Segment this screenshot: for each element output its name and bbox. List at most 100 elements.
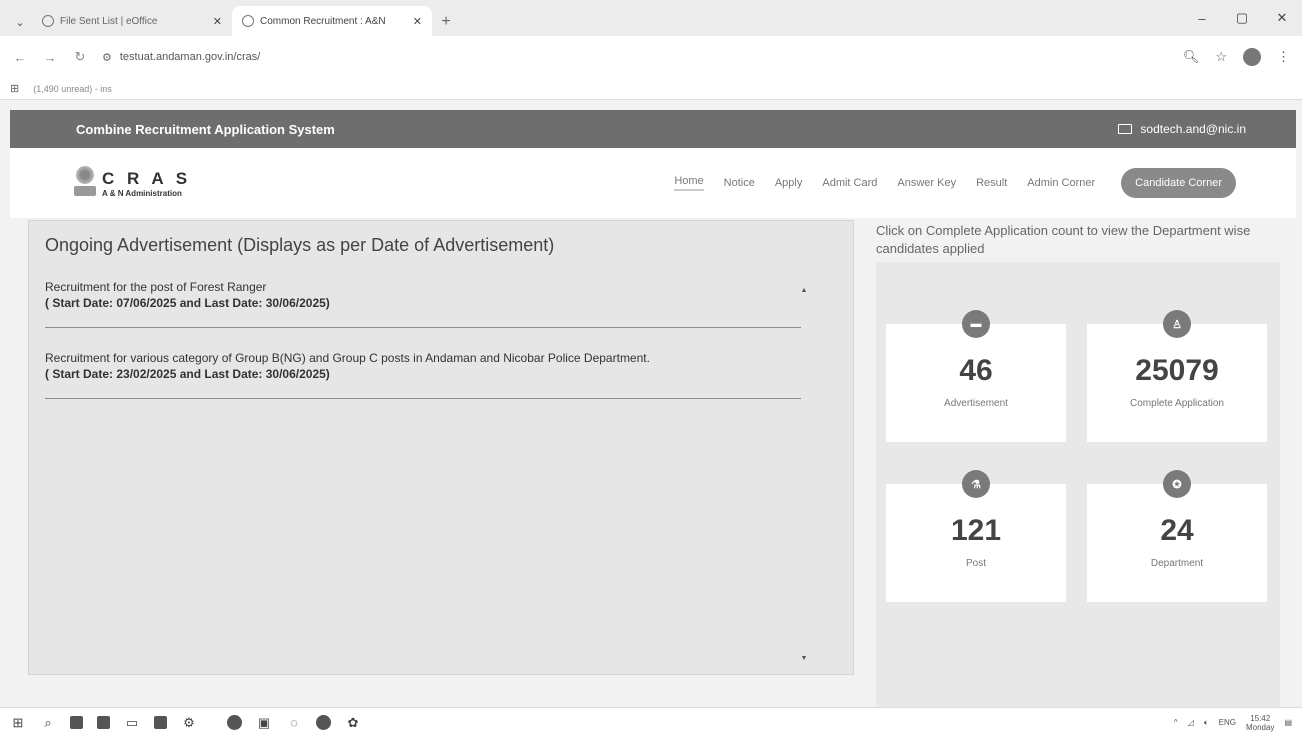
tray-expand-icon[interactable]: ^ <box>1174 718 1178 727</box>
app-icon[interactable]: ✿ <box>345 715 361 731</box>
flask-icon: ⚗ <box>962 470 990 498</box>
tab-title: File Sent List | eOffice <box>60 15 158 27</box>
advertisement-count: 46 <box>959 354 993 387</box>
candidate-corner-button[interactable]: Candidate Corner <box>1121 168 1236 198</box>
tab-search-icon[interactable]: ⌄ <box>8 8 32 36</box>
bookmark-star-icon[interactable]: ☆ <box>1215 49 1227 65</box>
widgets-icon[interactable] <box>97 716 110 729</box>
forward-arrow-icon[interactable]: → <box>42 50 58 65</box>
national-emblem-icon <box>74 166 96 200</box>
complete-application-card[interactable]: ♙ 25079 Complete Application <box>1087 310 1267 442</box>
scroll-up-arrow-icon[interactable]: ▲ <box>799 287 809 294</box>
logo-subtitle: A & N Administration <box>102 188 182 198</box>
chrome-app-icon[interactable] <box>227 715 242 730</box>
logo-title: C R A S <box>102 168 192 188</box>
minimize-button[interactable]: – <box>1182 0 1222 36</box>
taskbar-search-icon[interactable]: ⌕ <box>40 715 56 731</box>
email-text: sodtech.and@nic.in <box>1140 122 1246 136</box>
complete-application-count[interactable]: 25079 <box>1135 354 1218 388</box>
new-tab-button[interactable]: + <box>432 8 460 36</box>
site-navigation: C R A S A & N Administration Home Notice… <box>10 148 1296 218</box>
post-label: Post <box>965 558 986 569</box>
department-label: Department <box>1150 558 1204 569</box>
profile-avatar-icon[interactable] <box>1243 48 1261 66</box>
cras-logo[interactable]: C R A S A & N Administration <box>74 166 191 200</box>
language-indicator[interactable]: ENG <box>1219 718 1236 727</box>
back-arrow-icon[interactable]: ← <box>12 50 28 65</box>
mail-icon <box>1118 124 1133 134</box>
post-count: 121 <box>950 514 1002 547</box>
url-text: testuat.andaman.gov.in/cras/ <box>119 51 261 63</box>
system-name: Combine Recruitment Application System <box>76 121 335 137</box>
advertisement-title[interactable]: Recruitment for various category of Grou… <box>45 350 801 366</box>
department-count: 24 <box>1160 514 1194 547</box>
site-top-strip: Combine Recruitment Application System s… <box>10 110 1296 148</box>
volume-icon[interactable]: 🔈︎ <box>1204 718 1209 728</box>
start-menu-icon[interactable]: ⊞ <box>10 715 26 731</box>
stats-panel: ▬ 46 Advertisement ♙ 25079 Complete Appl… <box>876 262 1280 710</box>
briefcase-icon: ▬ <box>962 310 990 338</box>
user-icon: ♙ <box>1163 310 1191 338</box>
zoom-icon[interactable]: 🔍︎ <box>1183 49 1200 65</box>
stats-intro-text: Click on Complete Application count to v… <box>876 223 1251 256</box>
photos-app-icon[interactable]: ▣ <box>256 715 272 731</box>
advertisement-title[interactable]: Recruitment for the post of Forest Range… <box>45 279 801 295</box>
browser-tab-eoffice[interactable]: File Sent List | eOffice ✕ <box>32 6 232 36</box>
close-window-button[interactable]: ✕ <box>1262 0 1302 36</box>
notification-icon[interactable]: ▤ <box>1284 718 1292 727</box>
award-icon: ✪ <box>1163 470 1191 498</box>
eoffice-favicon-icon <box>42 15 54 27</box>
nav-result[interactable]: Result <box>976 177 1007 189</box>
advertisement-label: Advertisement <box>944 398 1008 409</box>
bookmarks-bar: ⊞ (1,490 unread) - ins <box>0 78 1302 100</box>
advertisement-dates: ( Start Date: 07/06/2025 and Last Date: … <box>45 296 330 310</box>
advertisement-item[interactable]: Recruitment for various category of Grou… <box>45 350 801 399</box>
system-tray: ^ ◿ 🔈︎ ENG 15:42 Monday ▤ <box>1174 714 1292 732</box>
contact-email[interactable]: sodtech.and@nic.in <box>1118 122 1246 136</box>
browser-menu-icon[interactable]: ⋮ <box>1277 49 1290 65</box>
task-view-icon[interactable] <box>70 716 83 729</box>
app-icon[interactable] <box>316 715 331 730</box>
advertisement-scrollbar[interactable]: ▲ ▼ <box>799 287 809 662</box>
clock-time: 15:42 <box>1250 713 1271 723</box>
complete-application-label: Complete Application <box>1130 398 1224 409</box>
browser-tab-bar: ⌄ File Sent List | eOffice ✕ Common Recr… <box>0 0 1302 36</box>
tab-title: Common Recruitment : A&N <box>260 15 386 27</box>
browser-tab-cras[interactable]: Common Recruitment : A&N ✕ <box>232 6 432 36</box>
bookmark-item[interactable]: (1,490 unread) - ins <box>33 84 112 94</box>
close-tab-icon[interactable]: ✕ <box>413 15 422 28</box>
address-bar: ← → ↻ ⚙ testuat.andaman.gov.in/cras/ 🔍︎ … <box>0 36 1302 78</box>
maximize-button[interactable]: ▢ <box>1222 0 1262 36</box>
nav-home[interactable]: Home <box>674 175 704 191</box>
network-icon[interactable]: ◿ <box>1188 718 1194 727</box>
reload-icon[interactable]: ↻ <box>72 49 88 65</box>
advertisement-dates: ( Start Date: 23/02/2025 and Last Date: … <box>45 367 330 381</box>
nav-answer-key[interactable]: Answer Key <box>897 177 956 189</box>
nav-admin-corner[interactable]: Admin Corner <box>1027 177 1095 189</box>
apps-grid-icon[interactable]: ⊞ <box>10 82 19 95</box>
department-count-card[interactable]: ✪ 24 Department <box>1087 470 1267 602</box>
whatsapp-app-icon[interactable]: ◌ <box>286 715 302 731</box>
scroll-down-arrow-icon[interactable]: ▼ <box>799 655 809 662</box>
nav-apply[interactable]: Apply <box>775 177 803 189</box>
cras-favicon-icon <box>242 15 254 27</box>
close-tab-icon[interactable]: ✕ <box>213 15 222 28</box>
window-controls: – ▢ ✕ <box>1182 0 1302 36</box>
advertisement-count-card[interactable]: ▬ 46 Advertisement <box>886 310 1066 442</box>
os-taskbar: ⊞ ⌕ ▭ ⚙ ▣ ◌ ✿ ^ ◿ 🔈︎ ENG 15:42 Monday ▤ <box>0 707 1302 737</box>
clock-day: Monday <box>1245 722 1275 732</box>
store-icon[interactable] <box>154 716 167 729</box>
advertisement-item[interactable]: Recruitment for the post of Forest Range… <box>45 279 801 328</box>
ongoing-advertisement-panel: Ongoing Advertisement (Displays as per D… <box>28 220 854 675</box>
clock[interactable]: 15:42 Monday <box>1246 714 1274 732</box>
file-explorer-icon[interactable]: ▭ <box>124 715 140 731</box>
settings-app-icon[interactable]: ⚙ <box>181 715 197 731</box>
url-field[interactable]: ⚙ testuat.andaman.gov.in/cras/ <box>102 51 1169 64</box>
post-count-card[interactable]: ⚗ 121 Post <box>886 470 1066 602</box>
site-settings-icon[interactable]: ⚙ <box>102 51 112 64</box>
nav-notice[interactable]: Notice <box>724 177 755 189</box>
advertisement-heading: Ongoing Advertisement (Displays as per D… <box>45 235 555 255</box>
main-menu: Home Notice Apply Admit Card Answer Key … <box>674 168 1236 198</box>
advertisement-list: Recruitment for the post of Forest Range… <box>45 279 801 421</box>
nav-admit-card[interactable]: Admit Card <box>822 177 877 189</box>
